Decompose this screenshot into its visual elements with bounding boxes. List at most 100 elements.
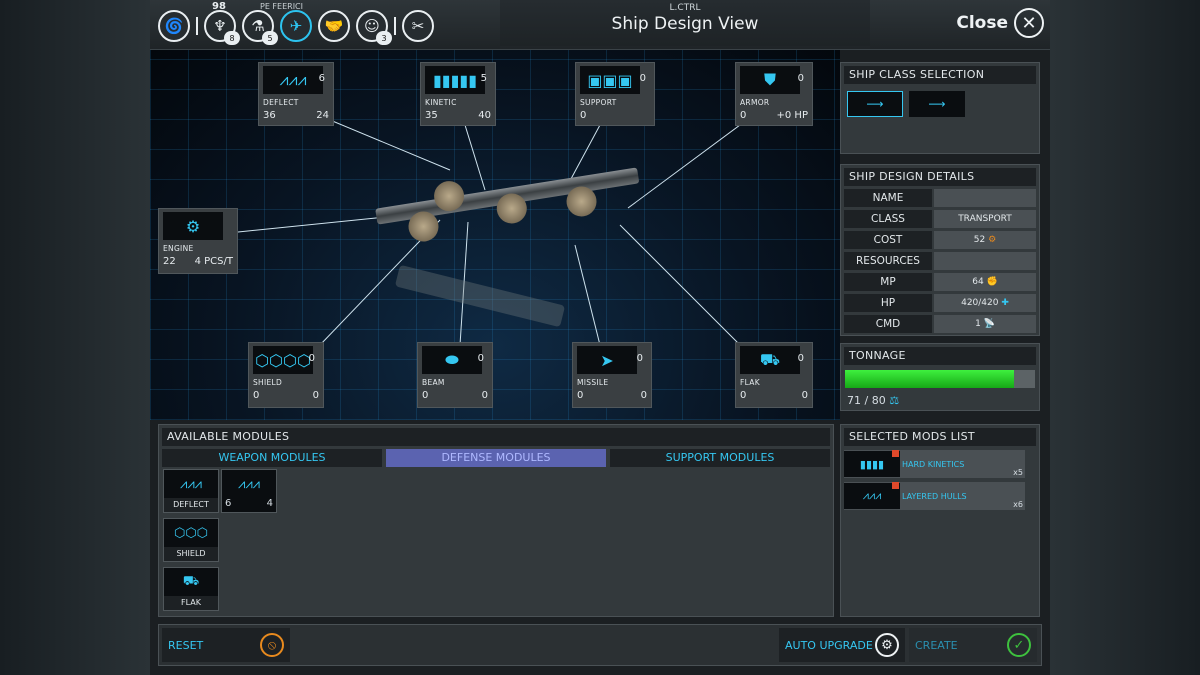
kinetic-icon: ▮▮▮▮▮ (425, 66, 485, 94)
module-name: SHIELD (164, 547, 218, 561)
reset-button[interactable]: RESET ⦸ (162, 628, 290, 662)
detail-key: COST (844, 231, 932, 249)
module-mp: 40 (478, 110, 491, 121)
module-slot-kinetic[interactable]: ▮▮▮▮▮ 5 KINETIC 35 40 (420, 62, 496, 126)
connector-line (627, 124, 741, 209)
module-tabs: WEAPON MODULES DEFENSE MODULES SUPPORT M… (162, 449, 830, 467)
module-mp: 24 (316, 110, 329, 121)
upgrade-values: 64 (222, 498, 276, 509)
available-module-deflect[interactable]: ⩘⩘⩘ DEFLECT (163, 469, 219, 513)
ship-class-transport[interactable]: ⟶ (847, 91, 903, 117)
deflect-icon: ⩘⩘⩘ (180, 476, 202, 492)
detail-row-resources: RESOURCES (844, 252, 1036, 270)
leaders-icon[interactable]: ☺ 3 (356, 10, 392, 45)
cmd-value: 1 (975, 319, 981, 329)
ship-design-window: 98 PE FEERICI 🌀 ♆ 8 ⚗ 5 ✈ 🤝 ☺ 3 ✂ L.CTRL Sh… (150, 0, 1050, 675)
create-button[interactable]: CREATE ✓ (909, 628, 1037, 662)
detail-row-name: NAME (844, 189, 1036, 207)
module-slot-deflect[interactable]: ⩘⩘⩘ 6 DEFLECT 36 24 (258, 62, 334, 126)
title-area: L.CTRL Ship Design View (500, 0, 870, 46)
module-mp: 0 (481, 390, 488, 401)
selected-mod-item[interactable]: ⩘⩘⩘ LAYERED HULLS x6 (844, 482, 1025, 510)
right-backdrop (1050, 0, 1200, 675)
module-name: MISSILE (577, 378, 609, 387)
module-tonnage: 0 (740, 110, 747, 121)
ship-design-details-panel: SHIP DESIGN DETAILS NAME CLASS TRANSPORT … (840, 164, 1040, 336)
remove-marker[interactable] (892, 482, 899, 489)
shield-icon: ⬡⬡⬡⬡ (253, 346, 313, 374)
detail-key: CMD (844, 315, 932, 333)
module-slot-flak[interactable]: ⛟ 0 FLAK 0 0 (735, 342, 813, 408)
remove-marker[interactable] (892, 450, 899, 457)
available-modules-panel: AVAILABLE MODULES WEAPON MODULES DEFENSE… (158, 424, 834, 617)
fist-icon: ✊ (986, 277, 998, 287)
module-slot-missile[interactable]: ➤ 0 MISSILE 0 0 (572, 342, 652, 408)
tab-weapon-modules[interactable]: WEAPON MODULES (162, 449, 382, 467)
module-tonnage: 36 (263, 110, 276, 121)
module-slot-support[interactable]: ▣▣▣ 0 SUPPORT 0 (575, 62, 655, 126)
key-hint: L.CTRL (669, 3, 701, 13)
module-mp: 0 (312, 390, 319, 401)
armor-icon: ⛊ (740, 66, 800, 94)
detail-row-hp: HP 420/420 ✚ (844, 294, 1036, 312)
tab-support-modules[interactable]: SUPPORT MODULES (610, 449, 830, 467)
top-bar: 98 PE FEERICI 🌀 ♆ 8 ⚗ 5 ✈ 🤝 ☺ 3 ✂ L.CTRL Sh… (150, 0, 1050, 50)
close-label: Close (956, 13, 1008, 33)
module-count: 0 (636, 353, 643, 364)
close-button[interactable]: Close ✕ (956, 8, 1044, 38)
galaxy-icon[interactable]: 🌀 (158, 10, 190, 42)
ship-class-selection-panel: SHIP CLASS SELECTION ⟶ ⟶ (840, 62, 1040, 154)
tonnage-bar-fill (845, 370, 1014, 388)
available-module-deflect-upgrade[interactable]: ⩘⩘⩘ 64 (221, 469, 277, 513)
detail-key: MP (844, 273, 932, 291)
module-slot-armor[interactable]: ⛊ 0 ARMOR 0 +0 HP (735, 62, 813, 126)
flak-icon: ⛟ (740, 346, 800, 374)
auto-upgrade-button[interactable]: AUTO UPGRADE ⚙ (779, 628, 905, 662)
checkmark-icon: ✓ (1007, 633, 1031, 657)
hp-value: 420/420 (961, 298, 999, 308)
detail-value (934, 252, 1036, 270)
selected-mod-item[interactable]: ▮▮▮▮ HARD KINETICS x5 (844, 450, 1025, 478)
module-name: FLAK (164, 596, 218, 610)
ship-viewport[interactable]: ⩘⩘⩘ 6 DEFLECT 36 24 ▮▮▮▮▮ 5 KINETIC 35 40 … (150, 50, 840, 420)
ship-design-icon[interactable]: ✈ (280, 10, 312, 42)
module-count: 0 (797, 353, 804, 364)
left-backdrop (0, 0, 150, 675)
detail-row-cmd: CMD 1 📡 (844, 315, 1036, 333)
module-tonnage: 0 (253, 390, 260, 401)
ship-class-alt[interactable]: ⟶ (909, 91, 965, 117)
mod-name: LAYERED HULLS (902, 491, 967, 501)
flak-icon: ⛟ (182, 573, 200, 589)
panel-title: AVAILABLE MODULES (162, 428, 830, 446)
module-slot-shield[interactable]: ⬡⬡⬡⬡ 0 SHIELD 0 0 (248, 342, 324, 408)
module-name: KINETIC (425, 98, 457, 107)
available-module-flak[interactable]: ⛟ FLAK (163, 567, 219, 611)
module-mp: 0 (801, 390, 808, 401)
module-tonnage: 35 (425, 110, 438, 121)
detail-key: NAME (844, 189, 932, 207)
create-label: CREATE (915, 638, 958, 652)
settings-icon[interactable]: ✂ (402, 10, 434, 42)
module-name: BEAM (422, 378, 445, 387)
badge: 5 (262, 31, 278, 45)
panel-title: SHIP CLASS SELECTION (844, 66, 1036, 84)
tab-defense-modules[interactable]: DEFENSE MODULES (386, 449, 606, 467)
empire-icon[interactable]: ♆ 8 (204, 10, 240, 45)
upgrade-tonnage: 6 (225, 498, 232, 509)
available-module-shield[interactable]: ⬡⬡⬡ SHIELD (163, 518, 219, 562)
module-name: FLAK (740, 378, 760, 387)
tonnage-panel: TONNAGE 71 / 80 ⚖ (840, 343, 1040, 411)
gears-icon: ⚙ (875, 633, 899, 657)
module-slot-beam[interactable]: ⬬ 0 BEAM 0 0 (417, 342, 493, 408)
detail-row-class: CLASS TRANSPORT (844, 210, 1036, 228)
detail-key: RESOURCES (844, 252, 932, 270)
module-slot-engine[interactable]: ⚙ ENGINE 22 4 PCS/T (158, 208, 238, 274)
diplomacy-icon[interactable]: 🤝 (318, 10, 350, 42)
connector-line (619, 224, 741, 346)
badge: 8 (224, 31, 240, 45)
ship-name-field[interactable] (934, 189, 1036, 207)
module-name: ARMOR (740, 98, 770, 107)
cancel-icon: ⦸ (260, 633, 284, 657)
close-icon: ✕ (1014, 8, 1044, 38)
research-icon[interactable]: ⚗ 5 (242, 10, 278, 45)
